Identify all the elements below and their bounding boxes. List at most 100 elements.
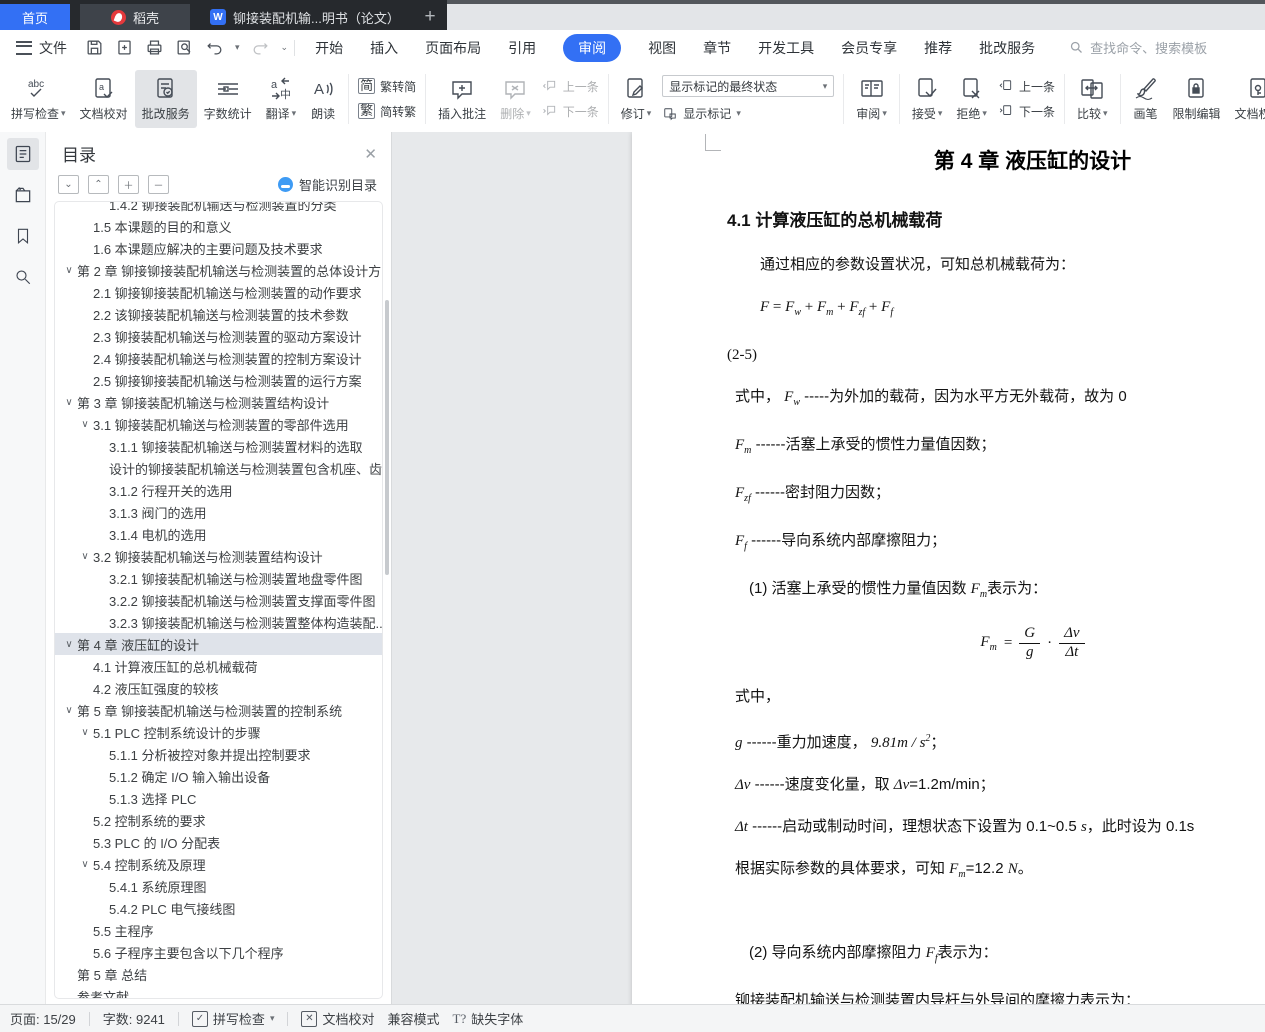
chapter-panel-icon[interactable] bbox=[7, 179, 39, 211]
toc-item[interactable]: 5.4.2 PLC 电气接线图 bbox=[55, 897, 382, 919]
menu-item[interactable]: 审阅 bbox=[563, 33, 622, 62]
document-page[interactable]: 第 4 章 液压缸的设计 4.1 计算液压缸的总机械载荷 通过相应的参数设置状况，可… bbox=[632, 132, 1265, 1005]
toc-item[interactable]: 4.2 液压缸强度的较核 bbox=[55, 677, 382, 699]
print-icon[interactable] bbox=[145, 38, 164, 57]
toc-item[interactable]: 3.1.3 阀门的选用 bbox=[55, 501, 382, 523]
close-icon[interactable]: ✕ bbox=[364, 145, 377, 163]
new-tab-button[interactable]: + bbox=[413, 4, 447, 30]
status-proofread-toggle[interactable]: ✕ 文档校对 bbox=[301, 1009, 374, 1028]
compare-button[interactable]: 比较 ▾ bbox=[1070, 70, 1115, 128]
bookmark-icon[interactable] bbox=[7, 220, 39, 252]
export-icon[interactable] bbox=[115, 38, 134, 57]
smart-recognize-toc[interactable]: 智能识别目录 bbox=[277, 175, 377, 194]
toc-item[interactable]: 1.4.2 铆接装配机输送与检测装置的分类 bbox=[55, 202, 382, 215]
word-count-button[interactable]: 字数统计 bbox=[197, 70, 259, 128]
menu-item[interactable]: 开发工具 bbox=[758, 38, 814, 58]
toc-item[interactable]: ∨ 第 2 章 铆接铆接装配机输送与检测装置的总体设计方... bbox=[55, 259, 382, 281]
ink-button[interactable]: 画笔 bbox=[1126, 70, 1166, 128]
tab-docer[interactable]: 稻壳 bbox=[80, 4, 190, 30]
reject-change-button[interactable]: 拒绝 ▾ bbox=[949, 70, 994, 128]
toc-item[interactable]: ∨ 3.1 铆接装配机输送与检测装置的零部件选用 bbox=[55, 413, 382, 435]
save-icon[interactable] bbox=[85, 38, 104, 57]
toc-item[interactable]: 4.1 计算液压缸的总机械载荷 bbox=[55, 655, 382, 677]
menu-item[interactable]: 引用 bbox=[508, 38, 536, 58]
toc-item[interactable]: 3.1.2 行程开关的选用 bbox=[55, 479, 382, 501]
toc-item[interactable]: ∨ 3.2 铆接装配机输送与检测装置结构设计 bbox=[55, 545, 382, 567]
toc-item[interactable]: 设计的铆接装配机输送与检测装置包含机座、齿... bbox=[55, 457, 382, 479]
toc-tool-button[interactable]: ⌃ bbox=[88, 175, 109, 194]
traditional-to-simplified-button[interactable]: 简繁转简 bbox=[358, 78, 416, 95]
next-change-button[interactable]: 下一条 bbox=[998, 103, 1055, 120]
toc-item[interactable]: 2.5 铆接铆接装配机输送与检测装置的运行方案 bbox=[55, 369, 382, 391]
chevron-down-icon[interactable]: ∨ bbox=[77, 419, 93, 430]
review-pane-button[interactable]: 审阅 ▾ bbox=[849, 70, 894, 128]
word-count-indicator[interactable]: 字数: 9241 bbox=[103, 1009, 165, 1028]
toc-item[interactable]: 5.1.2 确定 I/O 输入输出设备 bbox=[55, 765, 382, 787]
toc-item[interactable]: 参考文献 bbox=[55, 985, 382, 999]
toc-item[interactable]: ∨ 第 4 章 液压缸的设计 bbox=[55, 633, 382, 655]
chevron-down-icon[interactable]: ∨ bbox=[61, 397, 77, 408]
toc-item[interactable]: 5.1.3 选择 PLC bbox=[55, 787, 382, 809]
show-markup-button[interactable]: 显示标记 ▾ bbox=[662, 105, 834, 122]
toc-item[interactable]: 5.6 子程序主要包含以下几个程序 bbox=[55, 941, 382, 963]
menu-item[interactable]: 推荐 bbox=[924, 38, 952, 58]
print-preview-icon[interactable] bbox=[175, 38, 194, 57]
toc-item[interactable]: ∨ 第 5 章 铆接装配机输送与检测装置的控制系统 bbox=[55, 699, 382, 721]
menu-item[interactable]: 页面布局 bbox=[425, 38, 481, 58]
toc-item[interactable]: 1.6 本课题应解决的主要问题及技术要求 bbox=[55, 237, 382, 259]
toc-item[interactable]: 5.5 主程序 bbox=[55, 919, 382, 941]
restrict-editing-button[interactable]: 限制编辑 bbox=[1166, 70, 1228, 128]
toc-item[interactable]: 1.5 本课题的目的和意义 bbox=[55, 215, 382, 237]
toc-item[interactable]: 5.4.1 系统原理图 bbox=[55, 875, 382, 897]
toc-item[interactable]: 3.1.1 铆接装配机输送与检测装置材料的选取 bbox=[55, 435, 382, 457]
chevron-down-icon[interactable]: ∨ bbox=[77, 859, 93, 870]
toc-scrollbar[interactable] bbox=[385, 300, 389, 575]
menu-item[interactable]: 批改服务 bbox=[979, 38, 1035, 58]
chevron-down-icon[interactable]: ∨ bbox=[61, 639, 77, 650]
missing-font-button[interactable]: T? 缺失字体 bbox=[453, 1009, 524, 1028]
menu-item[interactable]: 章节 bbox=[703, 38, 731, 58]
toc-item[interactable]: 5.1.1 分析被控对象并提出控制要求 bbox=[55, 743, 382, 765]
command-search[interactable]: 查找命令、搜索模板 bbox=[1069, 38, 1207, 57]
toc-item[interactable]: 3.2.3 铆接装配机输送与检测装置整体构造装配... bbox=[55, 611, 382, 633]
track-changes-button[interactable]: 修订 ▾ bbox=[614, 70, 659, 128]
toc-item[interactable]: 5.2 控制系统的要求 bbox=[55, 809, 382, 831]
undo-caret-icon[interactable]: ▾ bbox=[235, 42, 240, 53]
toc-item[interactable]: ∨ 5.4 控制系统及原理 bbox=[55, 853, 382, 875]
tab-document[interactable]: W 铆接装配机输...明书（论文） bbox=[204, 4, 413, 30]
chevron-down-icon[interactable]: ∨ bbox=[77, 551, 93, 562]
find-icon[interactable] bbox=[7, 261, 39, 293]
toc-item[interactable]: ∨ 5.1 PLC 控制系统设计的步骤 bbox=[55, 721, 382, 743]
tab-home[interactable]: 首页 bbox=[0, 4, 70, 30]
toc-item[interactable]: 第 5 章 总结 bbox=[55, 963, 382, 985]
toolbar-more-icon[interactable]: ⌄ bbox=[281, 42, 289, 53]
chevron-down-icon[interactable]: ∨ bbox=[61, 265, 77, 276]
toc-item[interactable]: ∨ 第 3 章 铆接装配机输送与检测装置结构设计 bbox=[55, 391, 382, 413]
toc-item[interactable]: 2.4 铆接装配机输送与检测装置的控制方案设计 bbox=[55, 347, 382, 369]
toc-item[interactable]: 2.3 铆接装配机输送与检测装置的驱动方案设计 bbox=[55, 325, 382, 347]
outline-panel-icon[interactable] bbox=[6, 138, 39, 170]
menu-item[interactable]: 会员专享 bbox=[841, 38, 897, 58]
toc-item[interactable]: 2.2 该铆接装配机输送与检测装置的技术参数 bbox=[55, 303, 382, 325]
translate-button[interactable]: a中 翻译 ▾ bbox=[259, 70, 304, 128]
toc-item[interactable]: 3.1.4 电机的选用 bbox=[55, 523, 382, 545]
correction-service-button[interactable]: 批改服务 bbox=[134, 69, 197, 128]
menu-item[interactable]: 插入 bbox=[370, 38, 398, 58]
markup-state-select[interactable]: 显示标记的最终状态 ▾ bbox=[662, 75, 835, 97]
toc-tool-button[interactable]: ＋ bbox=[118, 175, 139, 194]
undo-icon[interactable] bbox=[205, 38, 224, 57]
accept-change-button[interactable]: 接受 ▾ bbox=[905, 70, 950, 128]
simplified-to-traditional-button[interactable]: 繁简转繁 bbox=[358, 103, 416, 120]
menu-item[interactable]: 视图 bbox=[648, 38, 676, 58]
spellcheck-button[interactable]: abc 拼写检查 ▾ bbox=[4, 70, 73, 128]
toc-item[interactable]: 3.2.1 铆接装配机输送与检测装置地盘零件图 bbox=[55, 567, 382, 589]
toc-tool-button[interactable]: － bbox=[148, 175, 169, 194]
toc-tool-button[interactable]: ⌄ bbox=[58, 175, 79, 194]
read-aloud-button[interactable]: A 朗读 bbox=[303, 70, 343, 128]
toc-item[interactable]: 5.3 PLC 的 I/O 分配表 bbox=[55, 831, 382, 853]
menu-item[interactable]: 开始 bbox=[315, 38, 343, 58]
previous-change-button[interactable]: 上一条 bbox=[998, 78, 1055, 95]
document-area[interactable]: ▾ 第 4 章 液压缸的设计4.1 计算液压缸的总机械载荷通过相应的参数设置状况… bbox=[392, 132, 1265, 1005]
insert-comment-button[interactable]: 插入批注 bbox=[431, 70, 493, 128]
chevron-down-icon[interactable]: ∨ bbox=[77, 727, 93, 738]
